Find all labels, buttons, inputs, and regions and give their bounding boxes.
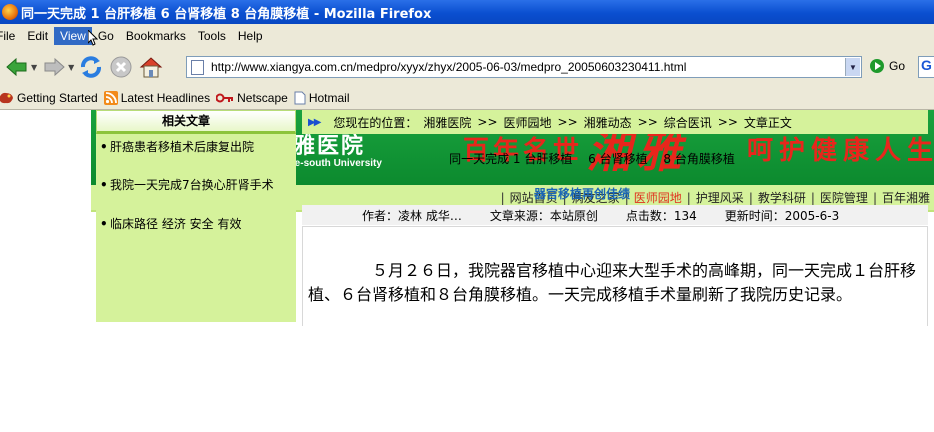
related-article-link[interactable]: • 我院一天完成7台换心肝肾手术 [96, 176, 296, 194]
menu-view[interactable]: View [54, 27, 92, 45]
breadcrumb-current: 文章正文 [743, 115, 792, 130]
search-box[interactable]: G [918, 56, 934, 78]
article-source: 文章来源：本站原创 [489, 208, 598, 223]
home-button[interactable] [138, 54, 164, 80]
article-updated: 更新时间：2005-6-3 [724, 208, 840, 223]
related-article-link[interactable]: • 临床路径 经济 安全 有效 [96, 215, 296, 233]
bookmark-getting-started[interactable]: Getting Started [0, 91, 98, 105]
related-article-label: 临床路径 经济 安全 有效 [110, 217, 242, 231]
related-article-label: 我院一天完成7台换心肝肾手术 [110, 178, 274, 192]
window-titlebar: 同一天完成 1 台肝移植 6 台肾移植 8 台角膜移植 - Mozilla Fi… [0, 0, 934, 24]
go-button[interactable]: Go [870, 59, 905, 73]
firefox-logo-icon [2, 4, 18, 20]
page-icon [191, 59, 204, 75]
reload-button[interactable] [78, 54, 104, 80]
related-article-link[interactable]: • 肝癌患者移植术后康复出院 [96, 138, 296, 156]
breadcrumb-label: 您现在的位置： [333, 115, 418, 130]
breadcrumb-item[interactable]: 湘雅医院 [423, 114, 471, 131]
forward-button[interactable] [41, 54, 67, 80]
page-icon [294, 91, 306, 104]
stop-icon [110, 56, 132, 78]
menubar: File Edit View Go Bookmarks Tools Help [0, 24, 934, 48]
forward-history-chevron-icon[interactable]: ▼ [68, 63, 74, 72]
bullet-icon: • [100, 178, 108, 192]
url-dropdown-chevron-icon[interactable]: ▼ [845, 58, 860, 76]
stop-button[interactable] [108, 54, 134, 80]
article-hits: 点击数：134 [625, 208, 697, 223]
home-icon [140, 57, 163, 78]
reload-icon [81, 56, 102, 78]
bookmark-label: Netscape [237, 90, 288, 105]
bookmark-label: Latest Headlines [120, 90, 211, 105]
url-bar[interactable]: http://www.xiangya.com.cn/medpro/xyyx/zh… [186, 56, 862, 78]
bullet-icon: • [100, 217, 108, 231]
go-label: Go [889, 59, 906, 73]
menu-edit[interactable]: Edit [21, 27, 54, 45]
breadcrumb-item[interactable]: 综合医讯 [664, 114, 712, 131]
topnav-history[interactable]: 百年湘雅 [882, 189, 930, 206]
related-article-label: 肝癌患者移植术后康复出院 [110, 140, 255, 154]
getting-started-icon [0, 92, 13, 103]
article-author: 作者：凌林 成华… [362, 208, 462, 223]
bullet-icon: • [100, 140, 108, 154]
breadcrumb: ▶▶ 您现在的位置： 湘雅医院 >> 医师园地 >> 湘雅动态 >> 综合医讯 … [302, 110, 928, 134]
forward-arrow-icon [44, 57, 65, 77]
menu-file[interactable]: File [0, 27, 21, 45]
back-button[interactable] [4, 54, 30, 80]
window-title: 同一天完成 1 台肝移植 6 台肾移植 8 台角膜移植 - Mozilla Fi… [21, 6, 432, 22]
bookmark-label: Hotmail [308, 90, 350, 105]
back-history-chevron-icon[interactable]: ▼ [31, 63, 37, 72]
search-engine-icon: G [921, 57, 932, 73]
breadcrumb-separator: >> [557, 115, 578, 129]
bookmark-netscape[interactable]: Netscape [216, 91, 288, 105]
bookmark-label: Getting Started [17, 90, 98, 105]
article-subtitle: 器官移植再创佳绩 [533, 187, 630, 201]
netscape-icon [216, 93, 234, 102]
related-articles-sidebar: 相关文章 • 肝癌患者移植术后康复出院 • 我院一天完成7台换心肝肾手术 • 临… [96, 110, 296, 322]
breadcrumb-separator: >> [477, 115, 498, 129]
article-title: 同一天完成 1 台肝移植 6 台肾移植 8 台角膜移植 [449, 152, 735, 166]
breadcrumb-separator: >> [717, 115, 738, 129]
go-arrow-icon [870, 59, 884, 73]
bookmarks-toolbar: Getting Started Latest Headlines Netscap… [0, 86, 934, 110]
back-arrow-icon [6, 57, 27, 77]
bookmark-latest-headlines[interactable]: Latest Headlines [103, 90, 211, 105]
rss-feed-icon [103, 90, 118, 105]
menu-help[interactable]: Help [232, 27, 269, 45]
breadcrumb-separator: >> [637, 115, 658, 129]
sidebar-heading: 相关文章 [96, 110, 296, 134]
breadcrumb-item[interactable]: 湘雅动态 [584, 114, 632, 131]
menu-tools[interactable]: Tools [192, 27, 232, 45]
menu-bookmarks[interactable]: Bookmarks [120, 27, 192, 45]
bookmark-hotmail[interactable]: Hotmail [294, 91, 350, 105]
article-body: ５月２６日，我院器官移植中心迎来大型手术的高峰期，同一天完成１台肝移植、６台肾移… [308, 261, 917, 304]
article-meta: 作者：凌林 成华… 文章来源：本站原创 点击数：134 更新时间：2005-6-… [302, 205, 928, 225]
breadcrumb-item[interactable]: 医师园地 [504, 114, 552, 131]
url-input[interactable]: http://www.xiangya.com.cn/medpro/xyyx/zh… [211, 60, 845, 74]
mouse-cursor-icon [88, 30, 98, 46]
double-arrow-icon: ▶▶ [308, 116, 321, 128]
